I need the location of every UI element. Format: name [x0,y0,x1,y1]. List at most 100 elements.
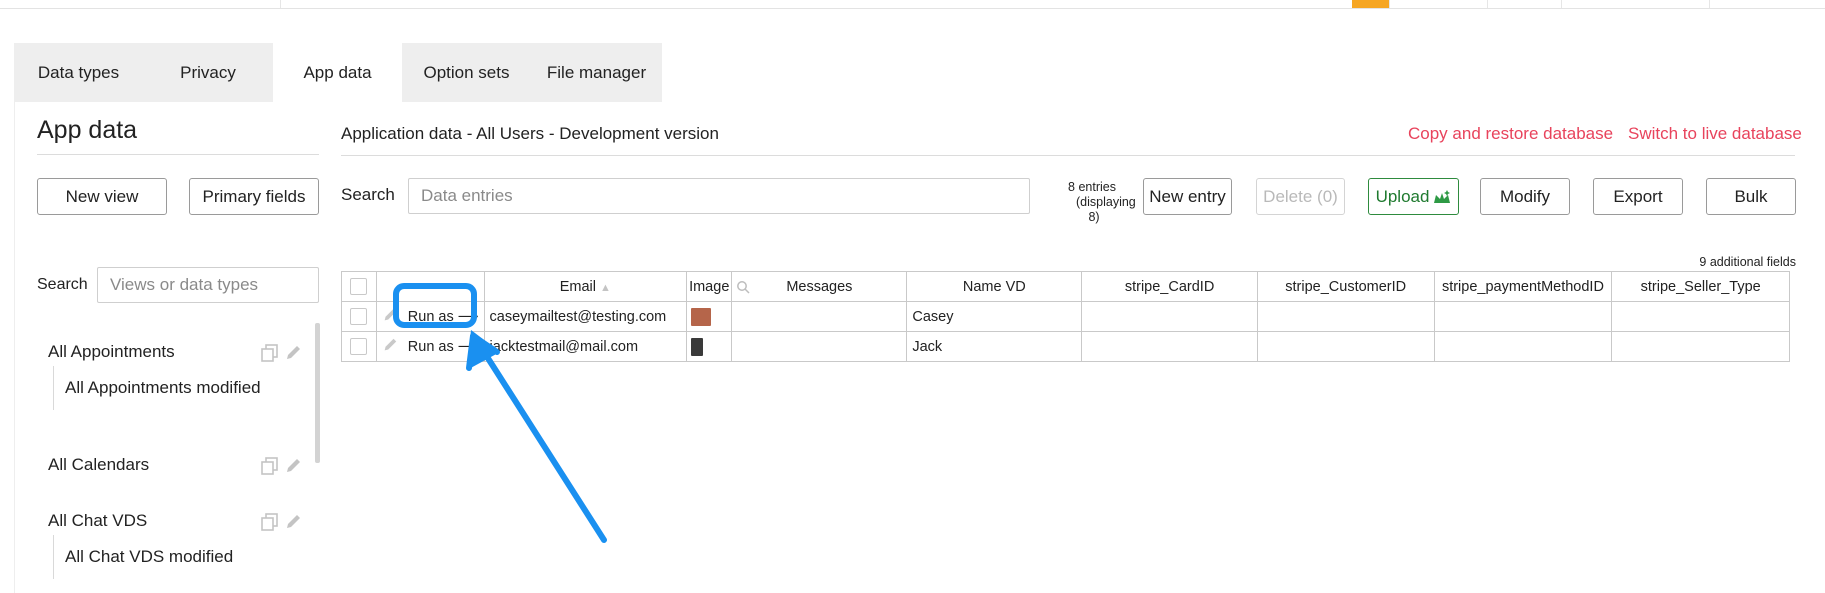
messages-cell[interactable] [731,331,908,362]
row-checkbox[interactable] [350,338,368,355]
bulk-button[interactable]: Bulk [1706,178,1796,215]
column-header-messages[interactable]: Messages [731,271,908,302]
sidebar-item-all-calendars[interactable]: All Calendars [48,455,149,475]
select-all-cell [341,271,377,302]
top-toolbar-strip [0,0,1825,9]
search-icon [737,281,750,294]
image-cell[interactable] [686,331,733,362]
app-data-header: Application data - All Users - Developme… [341,124,719,143]
views-search-placeholder: Views or data types [110,275,259,294]
upload-button[interactable]: Upload [1368,178,1459,215]
tab-data-types[interactable]: Data types [14,43,143,102]
sidebar-item-label: All Appointments [48,342,175,361]
annotation-highlight-box [393,283,477,328]
copy-icon[interactable] [261,513,279,531]
views-list: All Appointments All Appointments modifi… [37,325,317,593]
table-row: Run as ⟶ jacktestmail@mail.com Jack [341,331,1790,362]
sidebar-item-all-appointments-modified[interactable]: All Appointments modified [53,366,261,410]
upload-label: Upload [1375,186,1430,206]
additional-fields-note[interactable]: 9 additional fields [1699,255,1796,269]
column-header-image[interactable]: Image [686,271,733,302]
stripe-cardid-cell[interactable] [1081,331,1258,362]
title-divider [37,154,319,155]
sidebar-item-label: All Chat VDS [48,511,148,530]
entries-search-label: Search [341,185,395,204]
tab-file-manager[interactable]: File manager [531,43,662,102]
user-avatar-thumbnail [691,337,704,356]
edit-pencil-icon[interactable] [284,513,302,531]
header-divider [341,155,1795,156]
column-header-label: Image [689,278,730,295]
toolbar-divider [280,0,281,8]
data-tabs: Data types Privacy App data Option sets … [14,43,662,102]
name-cell[interactable]: Jack [906,331,1083,362]
table-row: Run as ⟶ caseymailtest@testing.com Casey [341,301,1790,332]
messages-cell[interactable] [731,301,908,332]
row-select-cell [341,301,377,332]
toolbar-divider [1487,0,1488,8]
column-header-stripe-seller-type[interactable]: stripe_Seller_Type [1611,271,1790,302]
column-header-label: Email [559,278,596,295]
page-title: App data [37,116,138,144]
stripe-customerid-cell[interactable] [1256,301,1435,332]
sidebar-item-all-chat-vds-modified[interactable]: All Chat VDS modified [53,535,233,579]
edit-pencil-icon[interactable] [382,337,398,353]
name-cell[interactable]: Casey [906,301,1083,332]
table-header-row: Email ▲ Image Messages Name VD stripe_Ca… [341,271,1790,302]
views-list-scrollbar[interactable] [315,323,320,463]
stripe-seller-type-cell[interactable] [1611,301,1790,332]
switch-live-database-link[interactable]: Switch to live database [1628,124,1802,144]
toolbar-divider [1561,0,1562,8]
edit-pencil-icon[interactable] [284,344,302,362]
stripe-seller-type-cell[interactable] [1611,331,1790,362]
views-search-input[interactable]: Views or data types [97,267,319,303]
toolbar-divider [1389,0,1390,8]
row-checkbox[interactable] [350,308,368,325]
modify-button[interactable]: Modify [1480,178,1570,215]
tab-app-data[interactable]: App data [273,43,402,102]
column-header-stripe-paymentmethodid[interactable]: stripe_paymentMethodID [1433,271,1613,302]
copy-icon[interactable] [261,344,279,362]
column-header-label: Messages [786,278,853,295]
toolbar-divider [1709,0,1710,8]
column-header-label: stripe_paymentMethodID [1441,278,1604,295]
stripe-paymentmethodid-cell[interactable] [1433,331,1613,362]
image-cell[interactable] [686,301,733,332]
column-header-name-vd[interactable]: Name VD [906,271,1083,302]
sidebar-item-all-appointments[interactable]: All Appointments [48,342,175,362]
row-select-cell [341,331,377,362]
edit-pencil-icon[interactable] [284,457,302,475]
copy-icon[interactable] [261,457,279,475]
column-header-label: stripe_Seller_Type [1640,278,1761,295]
column-header-email[interactable]: Email ▲ [483,271,688,302]
sidebar-item-actions [261,344,302,362]
entries-search-input[interactable]: Data entries [408,178,1030,214]
sidebar-item-label: All Chat VDS modified [65,547,234,566]
stripe-paymentmethodid-cell[interactable] [1433,301,1613,332]
export-button[interactable]: Export [1593,178,1683,215]
primary-fields-button[interactable]: Primary fields [189,178,319,215]
column-header-label: stripe_CustomerID [1285,278,1407,295]
tab-privacy[interactable]: Privacy [143,43,273,102]
column-header-label: Name VD [962,278,1026,295]
tab-option-sets[interactable]: Option sets [402,43,531,102]
select-all-checkbox[interactable] [350,278,368,295]
entries-search-placeholder: Data entries [421,186,513,205]
sidebar-item-actions [261,457,302,475]
copy-restore-database-link[interactable]: Copy and restore database [1408,124,1613,144]
delete-button[interactable]: Delete (0) [1256,178,1345,215]
entries-count: 8 entries (displaying 8) [1062,180,1136,225]
email-cell[interactable]: jacktestmail@mail.com [483,331,688,362]
run-as-button[interactable]: Run as ⟶ [408,339,479,355]
sidebar-item-all-chat-vds[interactable]: All Chat VDS [48,511,147,531]
views-search-label: Search [37,276,88,293]
new-view-button[interactable]: New view [37,178,167,215]
column-header-stripe-cardid[interactable]: stripe_CardID [1081,271,1258,302]
user-avatar-thumbnail [691,307,712,326]
stripe-cardid-cell[interactable] [1081,301,1258,332]
sidebar-item-label: All Appointments modified [65,378,261,397]
new-entry-button[interactable]: New entry [1143,178,1232,215]
stripe-customerid-cell[interactable] [1256,331,1435,362]
email-cell[interactable]: caseymailtest@testing.com [483,301,688,332]
column-header-stripe-customerid[interactable]: stripe_CustomerID [1256,271,1435,302]
